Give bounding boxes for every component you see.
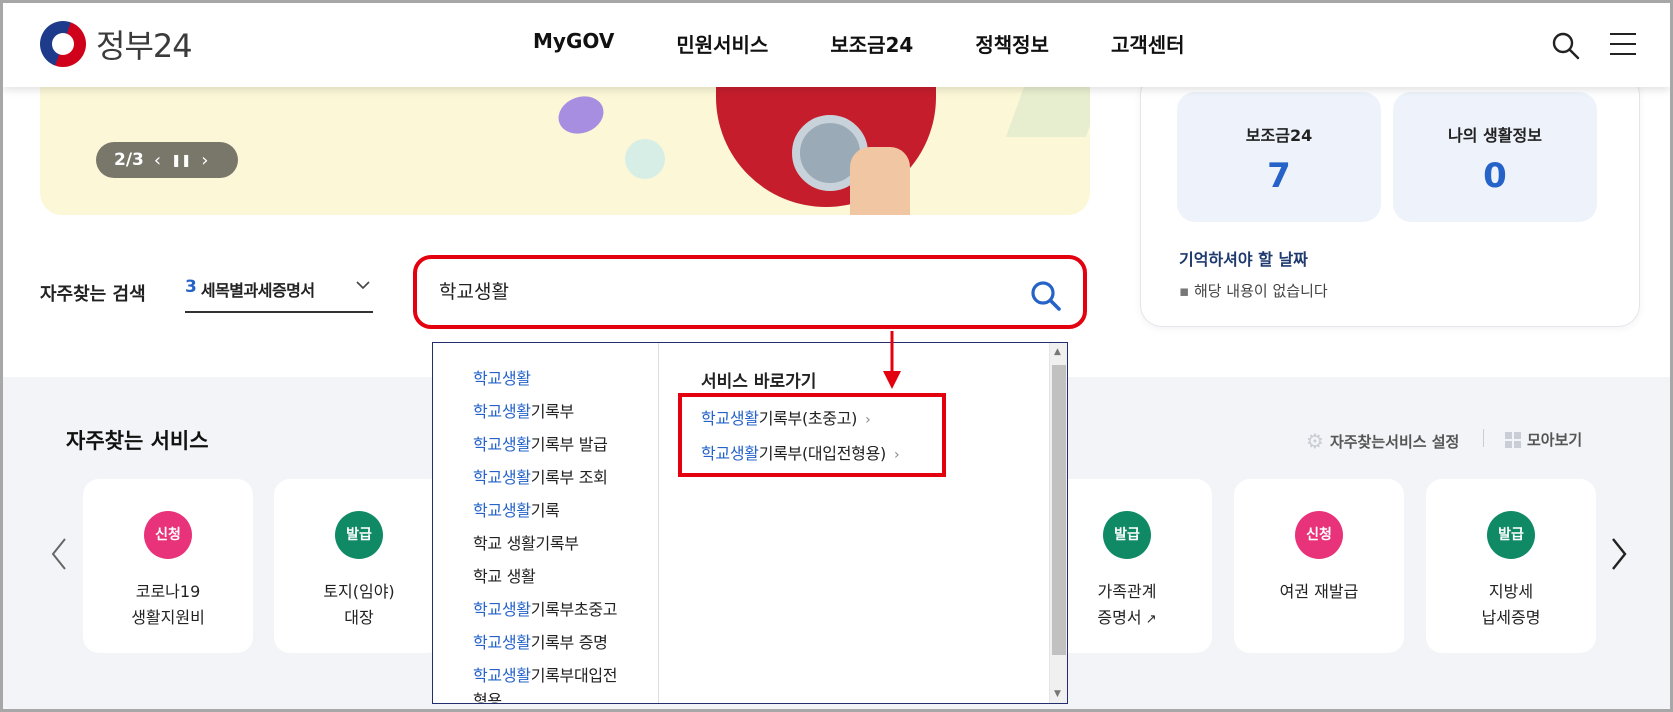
banner-slider-control: 2/3 ‹ ❚❚ › (96, 142, 238, 178)
grid-icon (1505, 431, 1521, 448)
annotation-highlight-box (678, 393, 946, 477)
service-card[interactable]: 신청 코로나19 생활지원비 (83, 479, 253, 653)
service-badge: 신청 (144, 511, 192, 559)
chevron-left-icon[interactable] (49, 537, 69, 571)
stat-label: 나의 생활정보 (1448, 126, 1542, 145)
suggestion-item[interactable]: 학교 생활 (473, 563, 536, 587)
suggestion-item[interactable]: 학교생활기록부 발급 (473, 431, 608, 455)
service-badge: 신청 (1295, 511, 1343, 559)
gear-icon: ⚙ (1306, 429, 1324, 453)
suggestion-item[interactable]: 학교생활 (473, 365, 531, 389)
chevron-down-icon (356, 281, 370, 290)
frequent-search-select[interactable]: 3 세목별과세증명서 (185, 277, 373, 313)
suggestion-item[interactable]: 학교생활기록부초중고 (473, 596, 618, 620)
scroll-thumb[interactable] (1052, 365, 1066, 655)
chevron-right-icon[interactable] (1609, 537, 1629, 571)
service-card[interactable]: 신청 여권 재발급 (1234, 479, 1404, 653)
my-info-panel: 보조금24 7 나의 생활정보 0 기억하셔야 할 날짜 해당 내용이 없습니다 (1140, 73, 1640, 327)
site-header: 정부24 MyGOV 민원서비스 보조금24 정책정보 고객센터 (3, 3, 1670, 87)
suggestion-item[interactable]: 학교생활기록부 조회 (473, 464, 608, 488)
page-frame: 정부24 MyGOV 민원서비스 보조금24 정책정보 고객센터 2/3 ‹ ❚… (0, 0, 1673, 712)
suggestion-item[interactable]: 형용 (473, 687, 502, 703)
service-card[interactable]: 발급 지방세 납세증명 (1426, 479, 1596, 653)
shortcut-title: 서비스 바로가기 (701, 372, 817, 392)
pill-illustration (625, 139, 665, 179)
nav-policy-info[interactable]: 정책정보 (975, 29, 1049, 58)
scroll-down-icon[interactable]: ▼ (1054, 689, 1061, 699)
frequent-search-rank: 3 (185, 277, 197, 297)
stat-value: 0 (1483, 156, 1507, 196)
frequent-search-term: 세목별과세증명서 (200, 281, 315, 300)
stat-subsidy[interactable]: 보조금24 7 (1177, 92, 1381, 222)
service-setting-button[interactable]: ⚙ 자주찾는서비스 설정 (1306, 429, 1459, 453)
search-icon[interactable] (1551, 31, 1581, 61)
chevron-left-icon[interactable]: ‹ (154, 150, 161, 171)
annotation-arrow-icon (883, 331, 901, 389)
logo-text: 정부24 (96, 27, 193, 65)
service-badge: 발급 (1487, 511, 1535, 559)
service-badge: 발급 (335, 511, 383, 559)
scroll-up-icon[interactable]: ▲ (1054, 347, 1061, 357)
view-all-label: 모아보기 (1527, 431, 1583, 449)
stat-value: 7 (1267, 156, 1291, 196)
suggestion-list: 학교생활 학교생활기록부 학교생활기록부 발급 학교생활기록부 조회 학교생활기… (433, 343, 659, 703)
books-illustration (1005, 87, 1090, 137)
external-link-icon: ↗ (1141, 612, 1157, 627)
view-all-button[interactable]: 모아보기 (1505, 429, 1582, 450)
section-title: 자주찾는 서비스 (66, 429, 209, 453)
nav-mygov[interactable]: MyGOV (533, 29, 614, 58)
site-logo[interactable]: 정부24 (40, 21, 193, 67)
frequent-search-label: 자주찾는 검색 (40, 284, 146, 305)
service-name: 코로나19 생활지원비 (131, 582, 205, 627)
main-search-box (413, 255, 1087, 329)
service-card[interactable]: 발급 토지(임야) 대장 (274, 479, 444, 653)
nav-civil-service[interactable]: 민원서비스 (676, 29, 768, 58)
dropdown-scrollbar[interactable]: ▲ ▼ (1049, 343, 1067, 703)
suggestion-item[interactable]: 학교 생활기록부 (473, 530, 579, 554)
suggestion-item[interactable]: 학교생활기록부 (473, 398, 574, 422)
suggestion-item[interactable]: 학교생활기록부 증명 (473, 629, 608, 653)
nav-customer-center[interactable]: 고객센터 (1111, 29, 1185, 58)
chevron-right-icon[interactable]: › (201, 150, 208, 171)
service-setting-label: 자주찾는서비스 설정 (1329, 432, 1460, 451)
remember-dates-title: 기억하셔야 할 날짜 (1179, 250, 1308, 269)
hand-illustration (850, 147, 910, 215)
service-name: 여권 재발급 (1279, 582, 1359, 601)
nav-subsidy24[interactable]: 보조금24 (830, 29, 913, 58)
search-input[interactable] (439, 279, 959, 301)
service-name: 토지(임야) 대장 (323, 582, 395, 627)
pill-illustration (553, 90, 609, 140)
suggestion-item[interactable]: 학교생활기록부대입전 (473, 662, 618, 686)
search-icon[interactable] (1029, 279, 1063, 313)
hamburger-menu-icon[interactable] (1610, 33, 1636, 57)
remember-dates-empty: 해당 내용이 없습니다 (1179, 280, 1328, 301)
taegeuk-logo-icon (40, 21, 86, 67)
promo-banner[interactable]: 2/3 ‹ ❚❚ › (40, 87, 1090, 215)
stat-label: 보조금24 (1245, 126, 1313, 145)
service-badge: 발급 (1103, 511, 1151, 559)
service-name: 지방세 납세증명 (1481, 582, 1541, 627)
stat-life-info[interactable]: 나의 생활정보 0 (1393, 92, 1597, 222)
slide-indicator: 2/3 (114, 150, 144, 170)
suggestion-item[interactable]: 학교생활기록 (473, 497, 560, 521)
pause-icon[interactable]: ❚❚ (171, 153, 191, 167)
divider (1483, 429, 1484, 447)
main-nav: MyGOV 민원서비스 보조금24 정책정보 고객센터 (533, 29, 1185, 58)
